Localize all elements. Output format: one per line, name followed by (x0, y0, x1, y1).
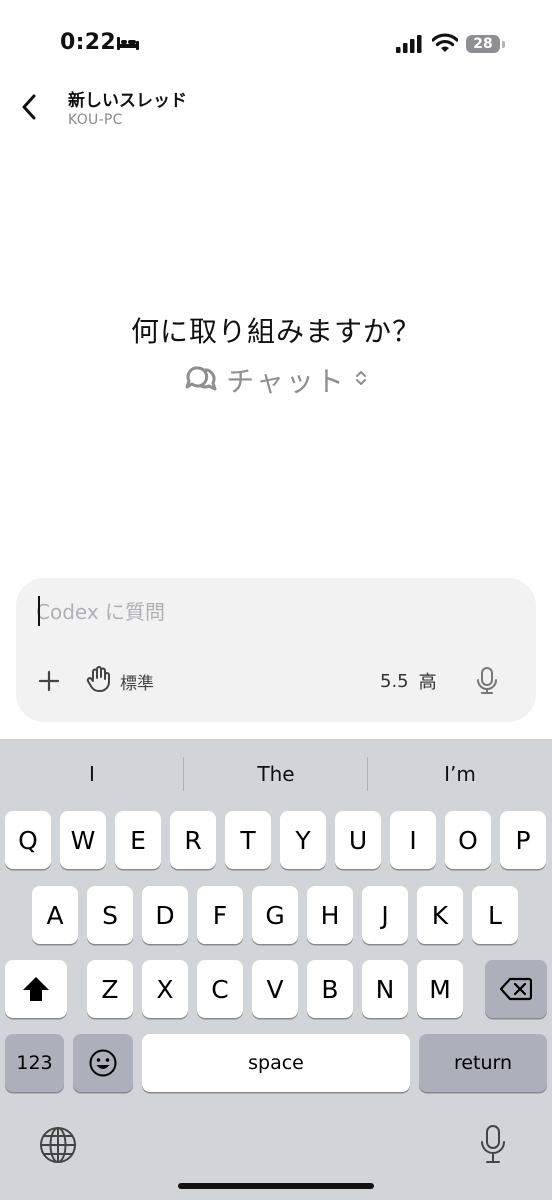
battery-level: 28 (473, 36, 493, 52)
mode-label: チャット (226, 365, 346, 398)
composer-toolbar: 標準 5.5 高 (16, 664, 536, 698)
empty-state-heading: 何に取り組みますか？ (130, 315, 421, 348)
battery-icon: 28 (466, 35, 500, 53)
chat-bubbles-icon (184, 364, 218, 396)
key-o[interactable]: O (445, 811, 491, 869)
thread-subtitle: KOU-PC (68, 112, 123, 128)
status-bar: 0:22 28 (0, 0, 552, 80)
key-t[interactable]: T (225, 811, 271, 869)
model-selector-button[interactable]: 5.5 高 (380, 666, 437, 696)
dictation-button[interactable] (476, 1123, 510, 1167)
microphone-icon (477, 667, 497, 694)
key-s[interactable]: S (87, 886, 133, 944)
key-b[interactable]: B (307, 960, 353, 1018)
shift-icon (23, 977, 49, 1001)
key-f[interactable]: F (197, 886, 243, 944)
voice-input-button[interactable] (472, 666, 502, 696)
mode-selector[interactable]: チャット (184, 360, 368, 400)
suggestion-item[interactable]: I (0, 739, 184, 809)
permission-label: 標準 (120, 673, 154, 694)
key-k[interactable]: K (417, 886, 463, 944)
battery-tip (502, 41, 505, 48)
keyboard: I The I’m Q W E R T Y U I O P A S D F G … (0, 739, 552, 1200)
key-h[interactable]: H (307, 886, 353, 944)
backspace-icon (500, 977, 532, 1001)
key-c[interactable]: C (197, 960, 243, 1018)
globe-icon (40, 1127, 76, 1163)
key-x[interactable]: X (142, 960, 188, 1018)
hand-icon (86, 665, 112, 698)
suggestion-bar: I The I’m (0, 739, 552, 809)
plus-icon (38, 670, 60, 692)
emoji-icon (89, 1049, 117, 1077)
space-key[interactable]: space (142, 1034, 410, 1092)
key-q[interactable]: Q (5, 811, 51, 869)
status-time: 0:22 (60, 30, 116, 55)
key-v[interactable]: V (252, 960, 298, 1018)
key-y[interactable]: Y (280, 811, 326, 869)
key-w[interactable]: W (60, 811, 106, 869)
microphone-icon (481, 1125, 505, 1163)
key-d[interactable]: D (142, 886, 188, 944)
wifi-icon (431, 33, 459, 57)
key-j[interactable]: J (362, 886, 408, 944)
key-e[interactable]: E (115, 811, 161, 869)
return-key[interactable]: return (419, 1034, 547, 1092)
key-i[interactable]: I (390, 811, 436, 869)
chevron-left-icon (22, 94, 36, 120)
suggestion-item[interactable]: The (184, 739, 368, 809)
text-caret (38, 596, 40, 626)
shift-key[interactable] (5, 960, 67, 1018)
model-version: 5.5 (380, 670, 409, 692)
chevron-up-down-icon (354, 368, 368, 392)
thread-title: 新しいスレッド (68, 91, 187, 111)
key-r[interactable]: R (170, 811, 216, 869)
permission-mode-button[interactable]: 標準 (86, 665, 154, 698)
prompt-input[interactable] (36, 594, 496, 630)
key-p[interactable]: P (500, 811, 546, 869)
cellular-signal-icon (396, 35, 422, 57)
back-button[interactable] (16, 92, 42, 122)
emoji-key[interactable] (73, 1034, 133, 1092)
thread-header: 新しいスレッド KOU-PC (0, 80, 552, 140)
key-z[interactable]: Z (87, 960, 133, 1018)
empty-state: 何に取り組みますか？ チャット (0, 310, 552, 400)
reasoning-level: 高 (418, 672, 437, 693)
globe-button[interactable] (38, 1125, 78, 1165)
key-g[interactable]: G (252, 886, 298, 944)
key-n[interactable]: N (362, 960, 408, 1018)
composer: 標準 5.5 高 (16, 578, 536, 722)
key-a[interactable]: A (32, 886, 78, 944)
bed-icon (116, 35, 140, 55)
attach-button[interactable] (34, 666, 64, 696)
numbers-key[interactable]: 123 (5, 1034, 64, 1092)
delete-key[interactable] (485, 960, 547, 1018)
key-u[interactable]: U (335, 811, 381, 869)
key-m[interactable]: M (417, 960, 463, 1018)
key-l[interactable]: L (472, 886, 518, 944)
suggestion-item[interactable]: I’m (368, 739, 552, 809)
home-indicator (178, 1183, 374, 1189)
